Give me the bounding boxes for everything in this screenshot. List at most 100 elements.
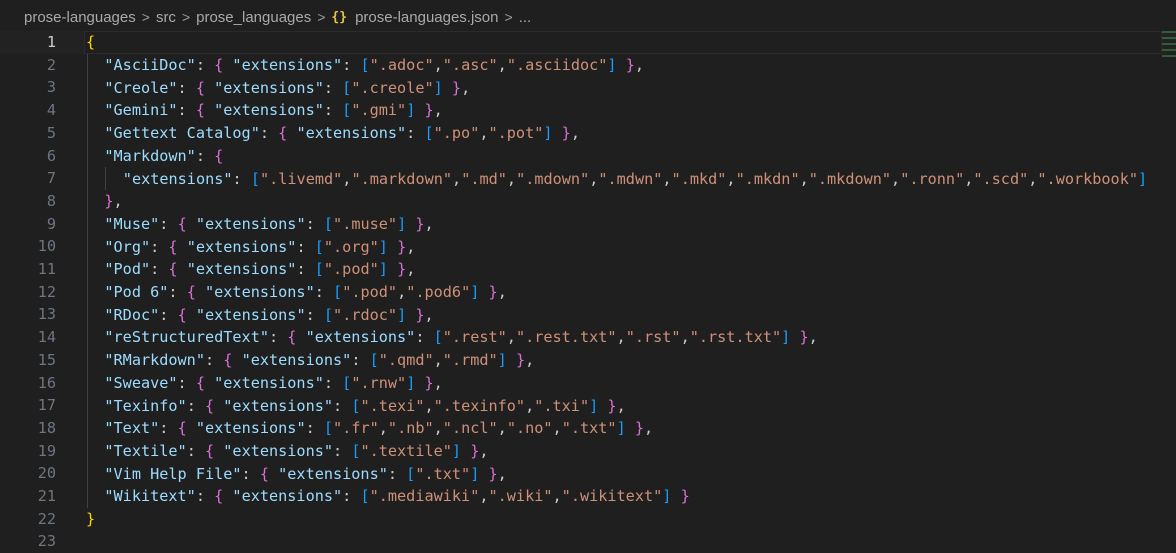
punct: :: [342, 487, 361, 506]
code-line[interactable]: 22}: [0, 508, 1176, 531]
bracket: [: [323, 419, 334, 438]
brace: {: [195, 101, 215, 120]
line-number: 16: [37, 373, 56, 392]
punct: :: [323, 373, 343, 392]
code-line[interactable]: 19 "Textile": { "extensions": [".textile"…: [0, 440, 1176, 463]
punct: :: [168, 283, 187, 302]
bracket: ]: [470, 464, 480, 483]
brace: }: [461, 441, 480, 460]
brace: {: [214, 487, 233, 506]
line-number: 14: [37, 328, 56, 347]
breadcrumb-item-project[interactable]: prose-languages: [24, 9, 136, 26]
brace: }: [479, 283, 498, 302]
breadcrumb-item-folder[interactable]: prose_languages: [196, 9, 311, 26]
code-line[interactable]: 4 "Gemini": { "extensions": [".gmi"] },: [0, 99, 1176, 122]
json-string: ".mdown": [516, 169, 590, 188]
punct: ,: [497, 464, 507, 483]
breadcrumb-item-more[interactable]: ...: [519, 9, 532, 26]
punct: ,: [433, 56, 443, 75]
json-string: ".pod": [323, 260, 379, 279]
code-line[interactable]: 3 "Creole": { "extensions": [".creole"] }…: [0, 76, 1176, 99]
code-line[interactable]: 13 "RDoc": { "extensions": [".rdoc"] },: [0, 303, 1176, 326]
code-line[interactable]: 14 "reStructuredText": { "extensions": ["…: [0, 326, 1176, 349]
json-string: ".org": [323, 237, 379, 256]
punct: ,: [726, 169, 736, 188]
punct: :: [150, 260, 169, 279]
punct: :: [150, 237, 169, 256]
breadcrumb-item-src[interactable]: src: [156, 9, 176, 26]
bracket: [: [342, 101, 352, 120]
json-string: ".rst": [625, 328, 681, 347]
line-number: 17: [37, 396, 56, 415]
punct: ,: [525, 396, 535, 415]
json-key: "extensions": [214, 101, 324, 120]
code-editor[interactable]: 1{2 "AsciiDoc": { "extensions": [".adoc",…: [0, 31, 1176, 550]
json-key: "extensions": [278, 464, 388, 483]
bracket: ]: [433, 78, 443, 97]
bracket: ]: [378, 260, 388, 279]
json-key: "extensions": [223, 441, 334, 460]
line-number: 15: [37, 350, 56, 369]
code-text: "Sweave": { "extensions": [".rnw"] },: [104, 374, 442, 392]
code-line[interactable]: 15 "RMarkdown": { "extensions": [".qmd","…: [0, 349, 1176, 372]
breadcrumb-item-file[interactable]: prose-languages.json: [355, 9, 498, 26]
brace: {: [223, 351, 242, 370]
json-key: "RMarkdown": [104, 351, 205, 370]
punct: :: [159, 214, 178, 233]
punct: :: [195, 487, 215, 506]
json-string: ".scd": [973, 169, 1029, 188]
overview-ruler[interactable]: [1162, 31, 1176, 71]
code-line[interactable]: 11 "Pod": { "extensions": [".pod"] },: [0, 258, 1176, 281]
code-line[interactable]: 16 "Sweave": { "extensions": [".rnw"] },: [0, 372, 1176, 395]
brace: {: [214, 146, 224, 165]
json-string: ".po": [433, 124, 480, 143]
brace: }: [790, 328, 809, 347]
code-text: },: [104, 192, 122, 210]
chevron-right-icon: >: [141, 9, 150, 25]
indent-guide: [87, 53, 88, 508]
code-line[interactable]: 10 "Org": { "extensions": [".org"] },: [0, 235, 1176, 258]
code-line[interactable]: 21 "Wikitext": { "extensions": [".mediawi…: [0, 485, 1176, 508]
json-string: ".pod": [342, 283, 398, 302]
code-text: "Muse": { "extensions": [".muse"] },: [104, 215, 433, 233]
punct: :: [323, 78, 343, 97]
bracket: ]: [397, 305, 407, 324]
json-key: "Gemini": [104, 101, 178, 120]
code-line[interactable]: 17 "Texinfo": { "extensions": [".texi",".…: [0, 394, 1176, 417]
json-key: "extensions": [195, 419, 306, 438]
punct: :: [232, 169, 251, 188]
brace: {: [168, 237, 187, 256]
json-key: "extensions": [223, 396, 334, 415]
code-line[interactable]: 6 "Markdown": {: [0, 145, 1176, 168]
code-line[interactable]: 12 "Pod 6": { "extensions": [".pod",".pod…: [0, 281, 1176, 304]
code-line[interactable]: 2 "AsciiDoc": { "extensions": [".adoc",".…: [0, 54, 1176, 77]
punct: :: [333, 441, 352, 460]
bracket: [: [333, 283, 343, 302]
punct: ,: [552, 419, 562, 438]
code-line[interactable]: 8},: [0, 190, 1176, 213]
brace: {: [214, 56, 233, 75]
code-line[interactable]: 1{: [0, 31, 1176, 54]
code-text: "Text": { "extensions": [".fr",".nb",".n…: [104, 419, 653, 437]
json-string: ".rmd": [442, 351, 498, 370]
json-string: ".creole": [351, 78, 434, 97]
json-string: ".rest.txt": [515, 328, 617, 347]
bracket: ]: [589, 396, 599, 415]
punct: ,: [406, 260, 416, 279]
code-line[interactable]: 18 "Text": { "extensions": [".fr",".nb","…: [0, 417, 1176, 440]
punct: ,: [497, 283, 507, 302]
json-string: ".txt": [415, 464, 471, 483]
json-key: "Wikitext": [104, 487, 196, 506]
code-line[interactable]: 9 "Muse": { "extensions": [".muse"] },: [0, 213, 1176, 236]
punct: ,: [552, 487, 562, 506]
brace: }: [598, 396, 617, 415]
code-line[interactable]: 20 "Vim Help File": { "extensions": [".tx…: [0, 462, 1176, 485]
bracket: [: [250, 169, 260, 188]
line-number: 22: [37, 509, 56, 528]
punct: ,: [799, 169, 809, 188]
json-file-icon: {}: [331, 9, 348, 25]
chevron-right-icon: >: [317, 9, 326, 25]
code-line[interactable]: 5 "Gettext Catalog": { "extensions": [".p…: [0, 122, 1176, 145]
line-number: 23: [37, 532, 56, 551]
code-line[interactable]: 7 "extensions": [".livemd",".markdown",".…: [0, 167, 1176, 190]
